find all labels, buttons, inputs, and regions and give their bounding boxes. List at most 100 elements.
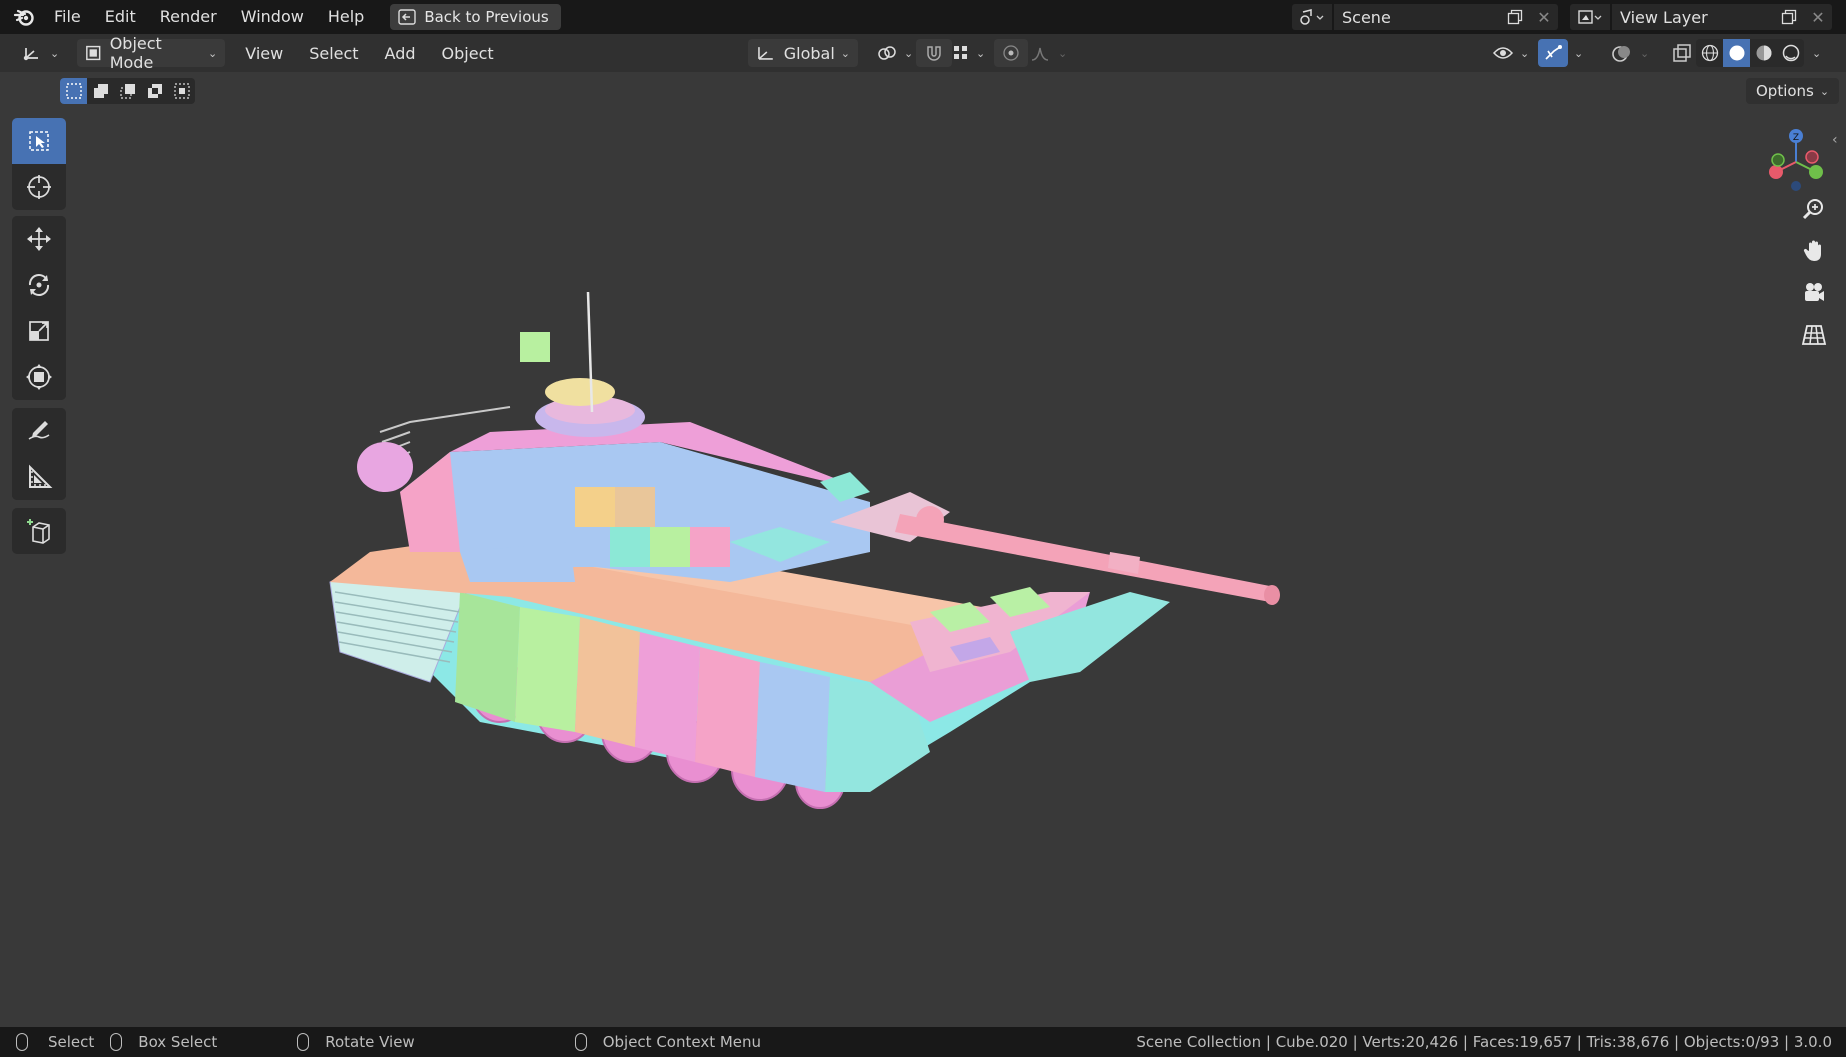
select-extend-button[interactable] bbox=[87, 78, 114, 104]
menu-view[interactable]: View bbox=[237, 39, 291, 67]
chevron-down-icon: ⌄ bbox=[1520, 46, 1530, 60]
menu-object[interactable]: Object bbox=[434, 39, 502, 67]
menu-select[interactable]: Select bbox=[301, 39, 366, 67]
mouse-drag-icon bbox=[110, 1033, 123, 1051]
snap-target-dropdown[interactable]: ⌄ bbox=[944, 39, 993, 67]
new-view-layer-button[interactable] bbox=[1774, 4, 1804, 30]
orientation-icon bbox=[758, 47, 773, 60]
delete-scene-button[interactable]: ✕ bbox=[1530, 4, 1558, 30]
material-sphere-icon bbox=[1756, 45, 1771, 61]
shading-wireframe-button[interactable] bbox=[1696, 39, 1723, 67]
select-intersect-button[interactable] bbox=[168, 78, 195, 104]
select-intersect-icon bbox=[173, 83, 190, 99]
transform-orientation-dropdown[interactable]: Global ⌄ bbox=[748, 39, 858, 67]
shading-options-dropdown[interactable]: ⌄ bbox=[1808, 39, 1825, 67]
chevron-down-icon: ⌄ bbox=[840, 46, 850, 60]
scale-icon bbox=[29, 321, 49, 341]
status-select-label: Select bbox=[48, 1033, 95, 1051]
xray-toggle[interactable] bbox=[1664, 39, 1700, 67]
add-cube-tool[interactable] bbox=[12, 508, 66, 554]
chevron-down-icon: ⌄ bbox=[904, 46, 914, 60]
zoom-button[interactable] bbox=[1794, 189, 1834, 229]
cursor-tool[interactable] bbox=[12, 164, 66, 210]
shading-solid-button[interactable] bbox=[1723, 39, 1750, 67]
selection-mode-group bbox=[60, 78, 195, 104]
back-to-previous-label: Back to Previous bbox=[424, 8, 549, 26]
pivot-point-dropdown[interactable]: ⌄ bbox=[868, 39, 921, 67]
delete-view-layer-button[interactable]: ✕ bbox=[1804, 4, 1832, 30]
shading-material-button[interactable] bbox=[1750, 39, 1777, 67]
ortho-toggle-button[interactable] bbox=[1794, 315, 1834, 355]
rendered-sphere-icon bbox=[1782, 44, 1799, 62]
menu-edit[interactable]: Edit bbox=[93, 0, 148, 34]
pivot-icon bbox=[878, 46, 896, 60]
scene-name-field[interactable]: Scene bbox=[1334, 4, 1500, 30]
chevron-down-icon: ⌄ bbox=[50, 46, 60, 60]
object-mode-dropdown[interactable]: Object Mode ⌄ bbox=[77, 34, 226, 72]
select-box-tool[interactable] bbox=[12, 118, 66, 164]
object-visibility-dropdown[interactable]: ⌄ bbox=[1484, 39, 1537, 67]
select-difference-button[interactable] bbox=[141, 78, 168, 104]
falloff-dropdown[interactable]: ⌄ bbox=[1022, 39, 1075, 67]
select-set-button[interactable] bbox=[60, 78, 87, 104]
gizmo-dropdown[interactable]: ⌄ bbox=[1568, 39, 1589, 67]
status-bar: Select Box Select Rotate View Object Con… bbox=[0, 1027, 1846, 1057]
select-new-icon bbox=[65, 83, 82, 99]
viewport-header: ⌄ Object Mode ⌄ View Select Add Object G… bbox=[0, 34, 1846, 72]
menu-help[interactable]: Help bbox=[316, 0, 376, 34]
annotate-tool[interactable] bbox=[12, 408, 66, 454]
move-tool[interactable] bbox=[12, 216, 66, 262]
blender-logo-icon[interactable] bbox=[6, 0, 42, 34]
tank-model[interactable] bbox=[310, 252, 1410, 872]
close-icon: ✕ bbox=[1811, 7, 1825, 27]
xray-icon bbox=[1673, 44, 1691, 62]
grid-perspective-icon bbox=[1801, 325, 1827, 345]
ruler-icon bbox=[29, 464, 53, 488]
scene-browse-button[interactable] bbox=[1292, 4, 1332, 30]
select-subtract-icon bbox=[119, 84, 135, 99]
status-context-menu-label: Object Context Menu bbox=[602, 1033, 762, 1051]
scale-tool[interactable] bbox=[12, 308, 66, 354]
select-subtract-button[interactable] bbox=[114, 78, 141, 104]
rotate-tool[interactable] bbox=[12, 262, 66, 308]
close-icon: ✕ bbox=[1537, 7, 1551, 27]
new-scene-button[interactable] bbox=[1500, 4, 1530, 30]
scene-icon bbox=[1300, 9, 1324, 25]
shading-rendered-button[interactable] bbox=[1777, 39, 1804, 67]
view-layer-name-field[interactable]: View Layer bbox=[1612, 4, 1774, 30]
collapse-sidebar-icon[interactable]: ‹ bbox=[1832, 132, 1838, 148]
top-menu-bar: File Edit Render Window Help Back to Pre… bbox=[0, 0, 1846, 34]
3d-viewport[interactable]: Options ⌄ Z ‹ bbox=[0, 72, 1846, 1027]
back-to-previous-button[interactable]: Back to Previous bbox=[390, 4, 561, 30]
navigation-gizmo[interactable]: Z bbox=[1756, 122, 1836, 202]
gizmo-icon bbox=[1545, 45, 1562, 60]
snap-grid-icon bbox=[954, 46, 967, 59]
svg-text:Z: Z bbox=[1793, 133, 1799, 143]
menu-window[interactable]: Window bbox=[229, 0, 316, 34]
status-rotate-label: Rotate View bbox=[325, 1033, 415, 1051]
menu-render[interactable]: Render bbox=[148, 0, 229, 34]
chevron-down-icon: ⌄ bbox=[1812, 46, 1822, 60]
add-cube-icon bbox=[27, 519, 50, 544]
pencil-icon bbox=[28, 421, 50, 440]
menu-file[interactable]: File bbox=[42, 0, 93, 34]
view-layer-browse-button[interactable] bbox=[1570, 4, 1610, 30]
show-gizmo-toggle[interactable] bbox=[1538, 39, 1568, 67]
menu-add[interactable]: Add bbox=[377, 39, 424, 67]
rotate-icon bbox=[28, 274, 50, 296]
options-label: Options bbox=[1756, 82, 1814, 100]
camera-view-button[interactable] bbox=[1794, 273, 1834, 313]
scene-statistics: Scene Collection | Cube.020 | Verts:20,4… bbox=[1136, 1033, 1832, 1051]
shading-mode-group bbox=[1696, 39, 1804, 67]
options-dropdown[interactable]: Options ⌄ bbox=[1746, 78, 1840, 104]
chevron-down-icon: ⌄ bbox=[1574, 46, 1584, 60]
chevron-down-icon: ⌄ bbox=[976, 46, 986, 60]
proportional-edit-icon bbox=[1003, 45, 1019, 61]
transform-tool[interactable] bbox=[12, 354, 66, 400]
camera-icon bbox=[1805, 283, 1824, 301]
select-difference-icon bbox=[147, 84, 162, 98]
measure-tool[interactable] bbox=[12, 454, 66, 500]
editor-type-button[interactable]: ⌄ bbox=[14, 39, 67, 67]
pan-button[interactable] bbox=[1794, 231, 1834, 271]
overlays-toggle[interactable]: ⌄ bbox=[1602, 39, 1657, 67]
